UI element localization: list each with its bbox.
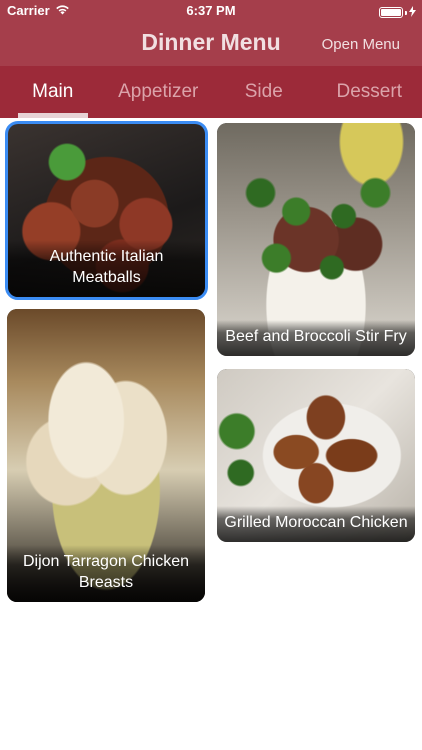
recipe-title: Authentic Italian Meatballs <box>8 240 205 297</box>
recipe-title: Grilled Moroccan Chicken <box>217 506 415 542</box>
recipe-card-dijon-chicken[interactable]: Dijon Tarragon Chicken Breasts <box>7 309 205 602</box>
recipe-title: Beef and Broccoli Stir Fry <box>217 320 415 356</box>
charging-icon <box>409 5 416 20</box>
status-bar: Carrier 6:37 PM <box>0 0 422 22</box>
tab-dessert[interactable]: Dessert <box>317 66 422 118</box>
tab-side[interactable]: Side <box>211 66 317 118</box>
recipe-card-beef-broccoli[interactable]: Beef and Broccoli Stir Fry <box>217 123 415 356</box>
tab-appetizer[interactable]: Appetizer <box>106 66 212 118</box>
battery-icon <box>379 5 416 20</box>
navigation-bar: Carrier 6:37 PM Dinner Menu Open Menu <box>0 0 422 66</box>
recipe-card-italian-meatballs[interactable]: Authentic Italian Meatballs <box>5 121 208 300</box>
status-time: 6:37 PM <box>186 3 236 18</box>
tab-main[interactable]: Main <box>0 66 106 118</box>
category-tabs: Main Appetizer Side Dessert <box>0 66 422 118</box>
open-menu-button[interactable]: Open Menu <box>322 36 400 53</box>
recipe-card-moroccan-chicken[interactable]: Grilled Moroccan Chicken <box>217 369 415 542</box>
recipe-title: Dijon Tarragon Chicken Breasts <box>7 545 205 602</box>
